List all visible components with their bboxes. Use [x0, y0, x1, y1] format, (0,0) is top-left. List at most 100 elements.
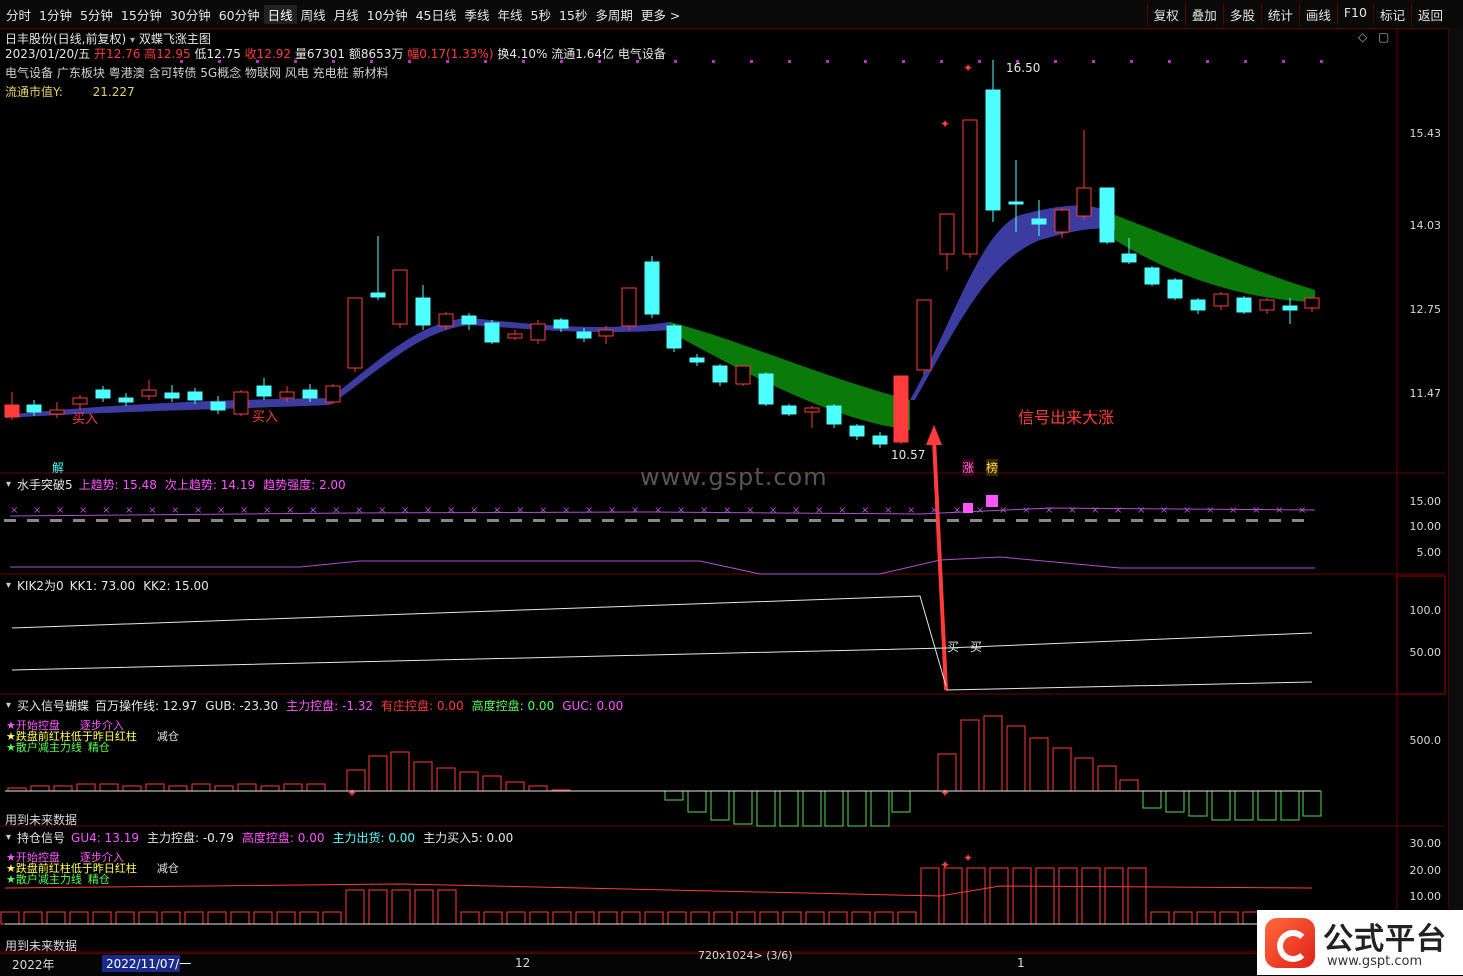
panel2-buy-2: 买 [970, 640, 983, 654]
high-annotation: 16.50 [1006, 61, 1041, 75]
panel1-cross: × [884, 505, 892, 516]
panel3-ylabel-1: 500.0 [1409, 734, 1442, 747]
panel1-cross: × [953, 505, 961, 516]
candle-body [1213, 293, 1229, 307]
candle-body [1304, 297, 1320, 309]
panel3-up-bar [505, 781, 525, 792]
candle-body [461, 315, 477, 325]
time-axis-bar[interactable]: 2022年 2022/11/07/一 12 1 720x1024> (3/6) [0, 949, 1258, 976]
panel1-cross: × [1114, 505, 1122, 516]
indicator-value-1: GUB: -23.30 [205, 699, 279, 713]
panel1-cross: × [608, 505, 616, 516]
panel4-bar [0, 911, 20, 925]
panel4-bar [276, 911, 296, 925]
panel1-cross: × [10, 505, 18, 516]
candle-body [302, 389, 318, 399]
panel2-name[interactable]: KIK2为0 [17, 577, 64, 594]
panel4-bar [391, 889, 411, 925]
right-scrollbar[interactable] [1448, 28, 1463, 953]
legend-reduce: 减仓 [156, 862, 179, 875]
axis-date-range[interactable]: 2022/11/07/一 [102, 955, 191, 972]
indicator-value-4: 高度控盘: 0.00 [471, 699, 555, 713]
window-icon[interactable]: ▢ [1378, 30, 1389, 44]
chevron-down-icon[interactable]: ▾ [6, 700, 11, 711]
panel1-cross: × [493, 505, 501, 516]
panel1-dash [165, 519, 177, 522]
indicator-value-1: 次上趋势: 14.19 [164, 478, 256, 492]
candle-body [72, 397, 88, 405]
panel1-cross: × [723, 505, 731, 516]
candle-body [325, 385, 341, 403]
panel1-dash [142, 519, 154, 522]
indicator-value-4: 主力买入5: 0.00 [423, 831, 514, 845]
candle-body [347, 297, 363, 369]
panel1-dash [50, 519, 62, 522]
candle-body [49, 409, 65, 415]
panel3-name[interactable]: 买入信号蝴蝶 [17, 697, 89, 714]
panel1-title: ▾ 水手突破5 上趋势: 15.48 次上趋势: 14.19 趋势强度: 2.00 [6, 476, 354, 493]
panel1-dash [4, 519, 16, 522]
panel3-down-bar [1302, 790, 1322, 817]
candle-body [872, 435, 888, 445]
panel1-name[interactable]: 水手突破5 [17, 476, 73, 493]
indicator-value-2: 高度控盘: 0.00 [241, 831, 325, 845]
panel4-bar [460, 911, 480, 925]
panel2-title: ▾ KIK2为0 KK1: 73.00 KK2: 15.00 [6, 577, 217, 594]
watermark-text: www.gspt.com [640, 463, 828, 491]
panel4-ylabel-1: 30.00 [1409, 837, 1442, 850]
top-dot [1282, 60, 1285, 63]
kk3-line [945, 681, 1313, 691]
candle-body [1259, 299, 1275, 311]
panel3-up-bar [76, 783, 96, 792]
candle-body [666, 325, 682, 349]
panel1-cross: × [401, 505, 409, 516]
panel1-dash [119, 519, 131, 522]
ohlc-line: 2023/01/20/五 开12.76 高12.95 低12.75 收12.92… [5, 45, 666, 62]
panel4-bar [230, 911, 250, 925]
panel1-cross: × [631, 505, 639, 516]
panel1-cross: × [1229, 505, 1237, 516]
diamond-icon[interactable]: ◇ [1358, 30, 1367, 44]
candle-body [256, 385, 272, 397]
panel3-down-bar [1257, 790, 1277, 821]
panel4-bar [644, 911, 664, 925]
panel1-dash [1292, 519, 1304, 522]
panel4-footer: 用到未来数据 [5, 939, 78, 953]
candle-body [1008, 201, 1024, 205]
panel1-dash [280, 519, 292, 522]
signal-annotation: 信号出来大涨 [1018, 408, 1115, 427]
logo-url: www.gspt.com [1327, 954, 1423, 969]
candle-body [689, 357, 705, 363]
panel1-strength-line [10, 556, 1315, 575]
panel4-bar [1127, 867, 1147, 925]
panel1-dash [832, 519, 844, 522]
panel1-cross: × [861, 505, 869, 516]
panel1-dash [1177, 519, 1189, 522]
candle-body [826, 405, 842, 425]
panel1-cross: × [332, 505, 340, 516]
panel3-down-bar [1211, 790, 1231, 821]
panel4-bar [713, 911, 733, 925]
chevron-down-icon[interactable]: ▾ [6, 832, 11, 843]
panel1-dash [533, 519, 545, 522]
panel3-down-bar [1234, 790, 1254, 821]
candle-body [1236, 297, 1252, 313]
panel4-bar [1173, 911, 1193, 925]
panel3-up-bar [30, 785, 50, 792]
chevron-down-icon[interactable]: ▾ [6, 479, 11, 490]
panel3-down-bar [733, 790, 753, 825]
panel4-bar [1058, 867, 1078, 925]
volume-label: 量 [294, 47, 307, 61]
main-indicator-name[interactable]: 双蝶飞涨主图 [139, 32, 211, 46]
panel1-cross: × [1091, 505, 1099, 516]
price-label-4: 11.47 [1409, 387, 1442, 400]
panel4-bar [506, 911, 526, 925]
panel4-name[interactable]: 持仓信号 [17, 829, 65, 846]
candle-body [26, 404, 42, 413]
low-annotation: 10.57 [891, 448, 926, 462]
panel1-dash [809, 519, 821, 522]
panel3-down-bar [710, 790, 730, 821]
top-dot [674, 60, 677, 63]
panel1-dash [648, 519, 660, 522]
chevron-down-icon[interactable]: ▾ [6, 580, 11, 591]
